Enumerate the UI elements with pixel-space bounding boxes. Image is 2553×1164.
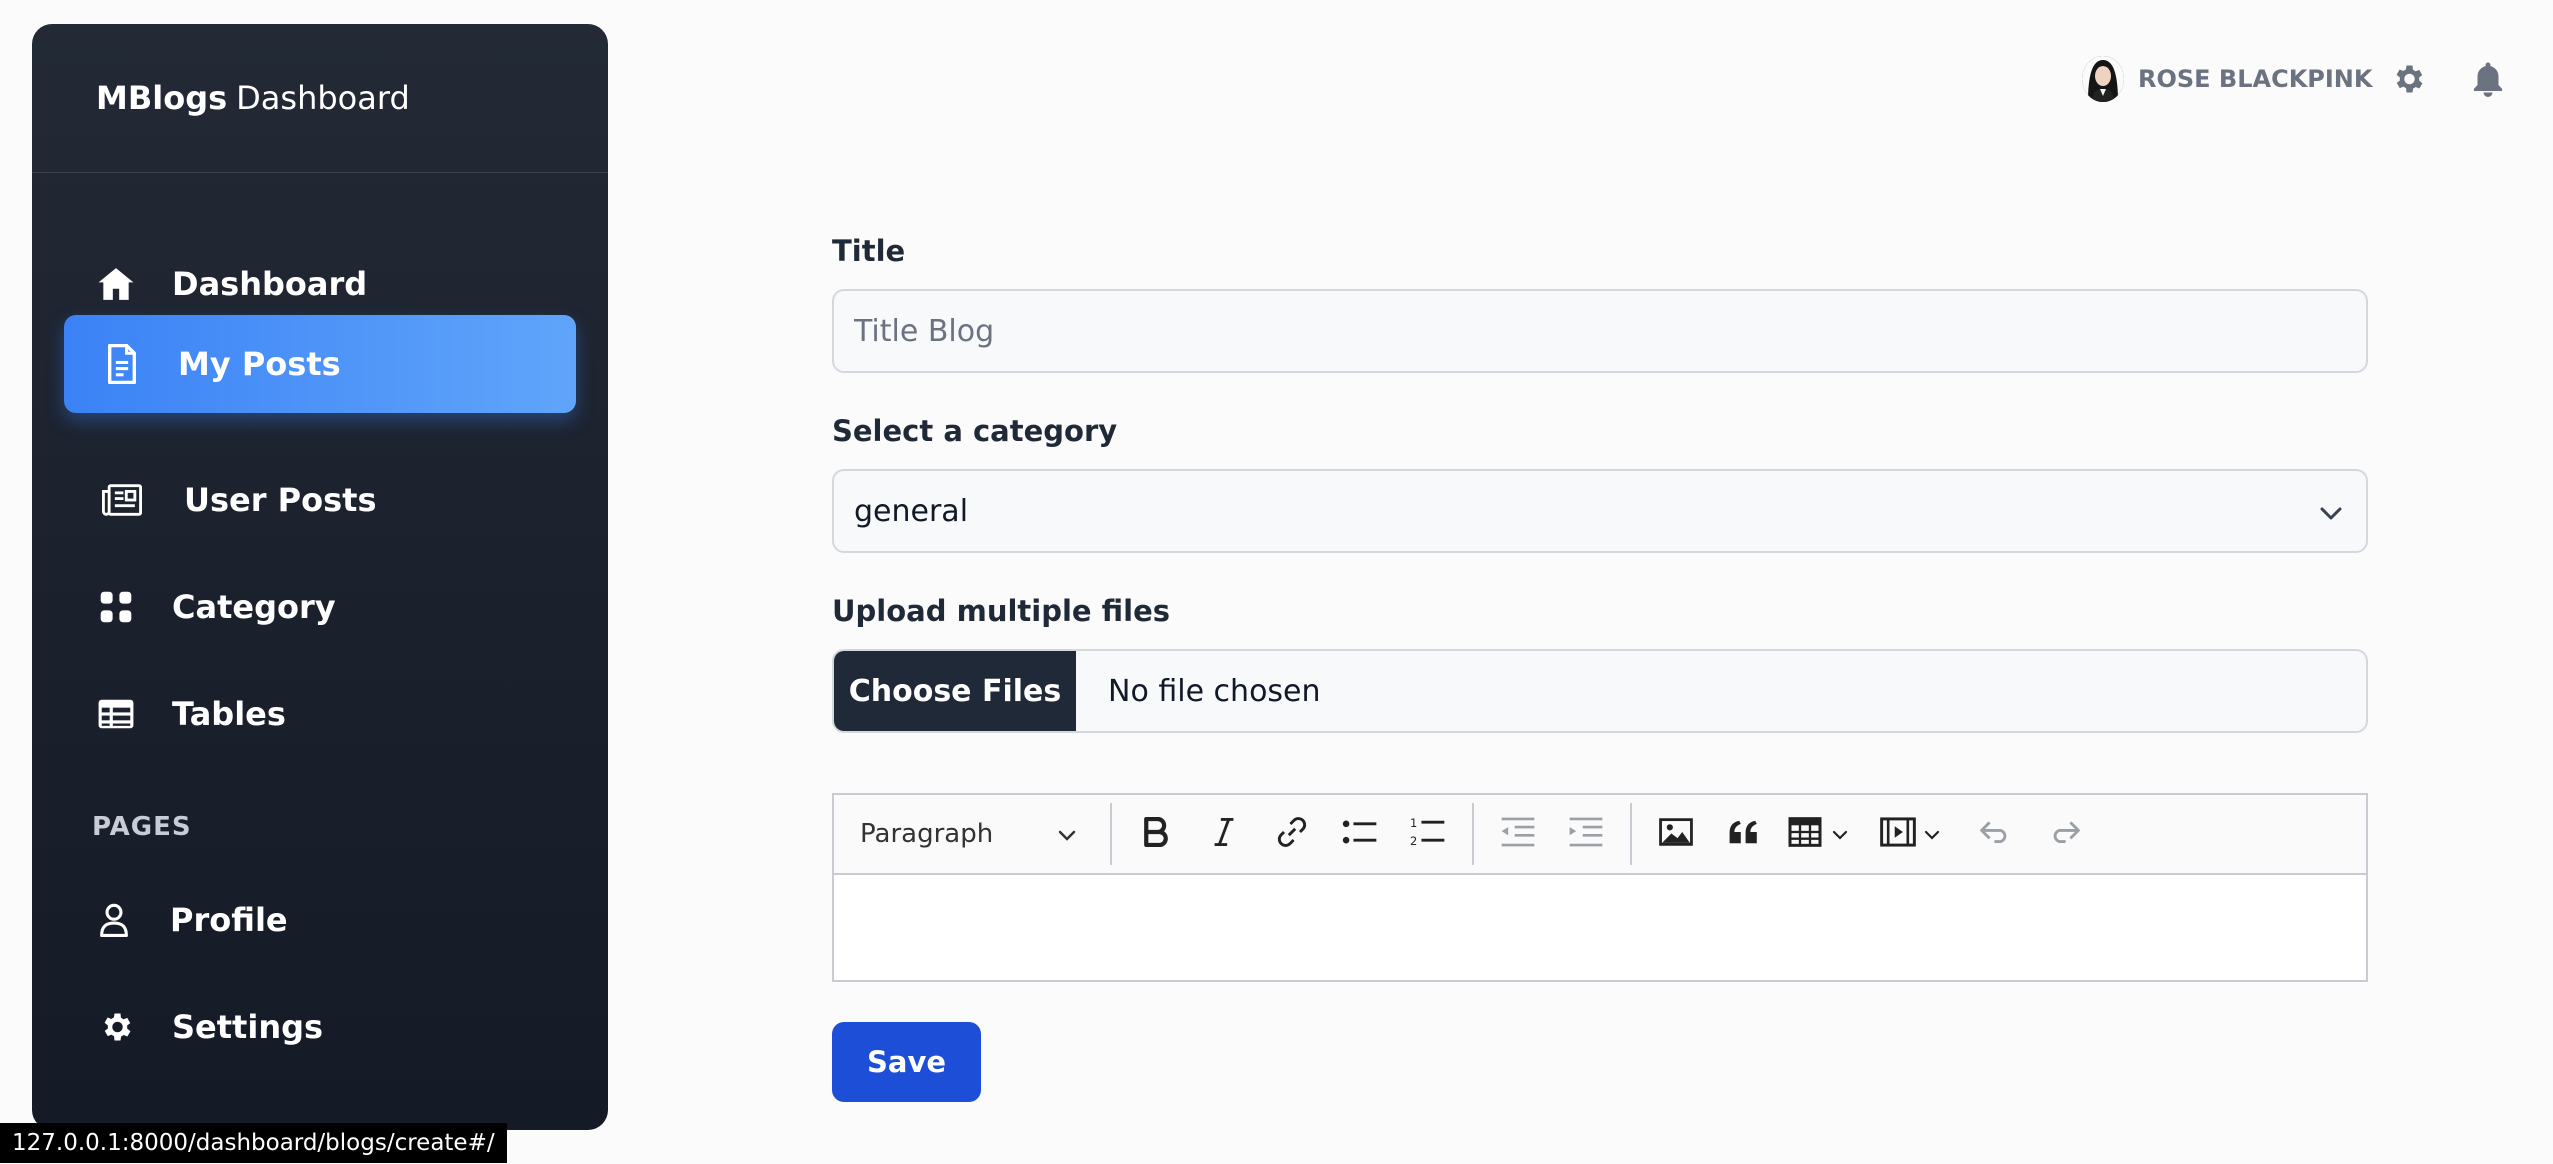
link-button[interactable]: [1262, 804, 1322, 864]
indent-icon: [1568, 816, 1604, 852]
bell-icon: [2471, 61, 2505, 101]
indent-button[interactable]: [1556, 804, 1616, 864]
sidebar-item-tables[interactable]: Tables: [64, 665, 576, 763]
numbered-list-icon: 12: [1410, 815, 1446, 853]
redo-icon: [2048, 820, 2080, 848]
bulleted-list-icon: [1342, 818, 1378, 850]
category-label: Select a category: [832, 414, 1118, 448]
numbered-list-button[interactable]: 12: [1398, 804, 1458, 864]
save-button[interactable]: Save: [832, 1022, 981, 1102]
table-icon: [96, 694, 136, 734]
rich-text-editor: Paragraph 12: [832, 793, 2368, 982]
bold-icon: [1143, 816, 1169, 851]
pages-section-title: PAGES: [92, 812, 192, 842]
toolbar-separator: [1630, 803, 1632, 865]
table-icon: [1788, 817, 1822, 851]
toolbar-separator: [1110, 803, 1112, 865]
brand-rest: Dashboard: [236, 79, 410, 117]
sidebar-item-label: Category: [172, 588, 336, 626]
grid-icon: [96, 587, 136, 627]
insert-table-button[interactable]: [1782, 804, 1866, 864]
sidebar-item-settings[interactable]: Settings: [64, 978, 576, 1076]
category-value: general: [854, 493, 969, 529]
chevron-down-icon: [1058, 819, 1076, 849]
redo-button[interactable]: [2034, 804, 2094, 864]
paragraph-dropdown-label: Paragraph: [860, 819, 994, 849]
gear-icon: [2390, 61, 2426, 101]
sidebar-item-label: Dashboard: [172, 265, 368, 303]
chevron-down-icon: [2320, 494, 2342, 529]
media-icon: [1880, 817, 1916, 851]
status-bar-url: 127.0.0.1:8000/dashboard/blogs/create#/: [0, 1123, 507, 1163]
sidebar-item-label: User Posts: [184, 481, 377, 519]
sidebar-item-label: Settings: [172, 1008, 324, 1046]
title-input[interactable]: [832, 289, 2368, 373]
title-label: Title: [832, 234, 906, 268]
outdent-button[interactable]: [1488, 804, 1548, 864]
newspaper-icon: [102, 480, 142, 520]
file-status-text: No file chosen: [1108, 673, 1321, 709]
bulleted-list-button[interactable]: [1330, 804, 1390, 864]
sidebar-item-label: Tables: [172, 695, 286, 733]
sidebar-item-label: Profile: [170, 901, 288, 939]
image-icon: [1659, 817, 1693, 851]
block-quote-button[interactable]: [1714, 804, 1774, 864]
undo-icon: [1980, 820, 2012, 848]
svg-text:2: 2: [1410, 834, 1417, 848]
quote-icon: [1728, 819, 1760, 849]
bold-button[interactable]: [1126, 804, 1186, 864]
outdent-icon: [1500, 816, 1536, 852]
italic-icon: [1213, 817, 1235, 851]
insert-media-button[interactable]: [1874, 804, 1958, 864]
sidebar-item-user-posts[interactable]: User Posts: [64, 451, 576, 549]
sidebar-item-label: My Posts: [178, 345, 341, 383]
link-icon: [1276, 816, 1308, 852]
notifications-button[interactable]: [2468, 61, 2508, 101]
editor-toolbar: Paragraph 12: [834, 795, 2366, 875]
home-icon: [96, 264, 136, 304]
toolbar-separator: [1472, 803, 1474, 865]
sidebar-item-category[interactable]: Category: [64, 558, 576, 656]
header-settings-button[interactable]: [2388, 61, 2428, 101]
sidebar-item-my-posts[interactable]: My Posts: [64, 315, 576, 413]
insert-image-button[interactable]: [1646, 804, 1706, 864]
svg-text:1: 1: [1410, 816, 1417, 830]
category-select[interactable]: general: [832, 469, 2368, 553]
chevron-down-icon: [1832, 825, 1848, 844]
undo-button[interactable]: [1966, 804, 2026, 864]
user-menu[interactable]: ROSE BLACKPINK: [2082, 56, 2373, 102]
document-icon: [102, 344, 142, 384]
chevron-down-icon: [1924, 825, 1940, 844]
brand[interactable]: MBlogs Dashboard: [32, 24, 608, 173]
editor-content-area[interactable]: [834, 875, 2366, 980]
paragraph-dropdown[interactable]: Paragraph: [860, 819, 1100, 849]
file-upload-field[interactable]: Choose Files No file chosen: [832, 649, 2368, 733]
sidebar: MBlogs Dashboard Dashboard My Posts User…: [32, 24, 608, 1130]
italic-button[interactable]: [1194, 804, 1254, 864]
choose-files-button[interactable]: Choose Files: [834, 651, 1076, 731]
avatar: [2082, 56, 2124, 102]
user-name: ROSE BLACKPINK: [2138, 65, 2373, 93]
upload-label: Upload multiple files: [832, 594, 1171, 628]
sidebar-item-profile[interactable]: Profile: [64, 871, 576, 969]
brand-bold: MBlogs: [96, 79, 228, 117]
gear-icon: [96, 1007, 136, 1047]
user-icon: [94, 900, 134, 940]
